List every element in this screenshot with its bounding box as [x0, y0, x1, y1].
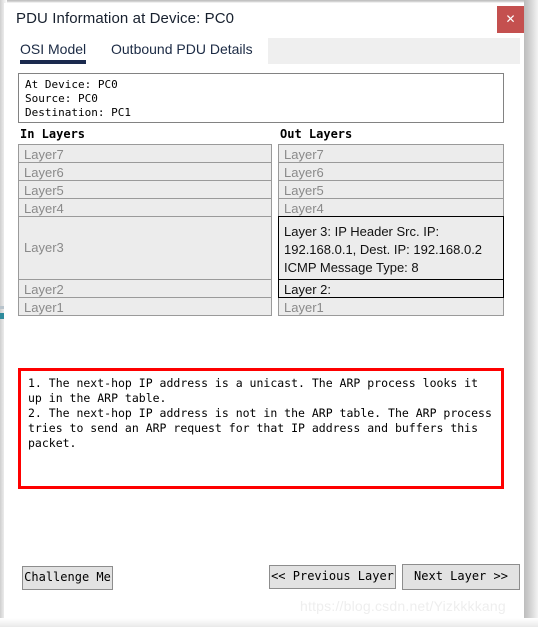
layer-row[interactable]: Layer6: [18, 162, 272, 181]
layer-row[interactable]: Layer 2:: [278, 279, 504, 298]
layer-row[interactable]: Layer 3: IP Header Src. IP: 192.168.0.1,…: [278, 216, 504, 280]
close-icon[interactable]: ✕: [497, 6, 524, 33]
challenge-me-button[interactable]: Challenge Me: [22, 566, 113, 590]
layer-row[interactable]: Layer2: [18, 279, 272, 298]
layer-row[interactable]: Layer3: [18, 216, 272, 280]
layer-row[interactable]: Layer7: [18, 144, 272, 163]
tab-osi-model[interactable]: OSI Model: [20, 38, 87, 64]
layer-row[interactable]: Layer7: [278, 144, 504, 163]
out-layers-pane: Out Layers Layer7 Layer6 Layer5 Layer4 Layer…: [278, 127, 504, 316]
dialog-titlebar: PDU Information at Device: PC0 ✕: [4, 3, 524, 37]
in-layers-title: In Layers: [20, 127, 86, 141]
watermark-text: https://blog.csdn.net/Yizkkkkang: [300, 598, 506, 614]
layer-row[interactable]: Layer4: [18, 198, 272, 217]
previous-layer-button[interactable]: << Previous Layer: [269, 565, 396, 589]
in-layers-pane: In Layers Layer7 Layer6 Layer5 Layer4 Layer3…: [18, 127, 272, 316]
source-line: Source: PC0: [25, 92, 98, 105]
in-layers-list: Layer7 Layer6 Layer5 Layer4 Layer3 Layer2 Laye…: [18, 144, 272, 316]
layer-row[interactable]: Layer6: [278, 162, 504, 181]
tab-bar: OSI Model Outbound PDU Details: [4, 37, 524, 65]
pdu-information-dialog: PDU Information at Device: PC0 ✕ OSI Mod…: [4, 3, 524, 618]
at-device-line: At Device: PC0: [25, 78, 118, 91]
next-layer-button[interactable]: Next Layer >>: [402, 564, 520, 590]
screenshot-root: PDU Information at Device: PC0 ✕ OSI Mod…: [0, 0, 538, 627]
layer-row[interactable]: Layer5: [18, 180, 272, 199]
dialog-content: At Device: PC0 Source: PC0 Destination: …: [4, 65, 524, 618]
destination-line: Destination: PC1: [25, 106, 131, 119]
out-layers-title: Out Layers: [280, 127, 353, 141]
tab-outbound-pdu-details[interactable]: Outbound PDU Details: [111, 38, 253, 64]
out-layers-list: Layer7 Layer6 Layer5 Layer4 Layer 3: IP Head…: [278, 144, 504, 316]
tab-bar-filler: [268, 38, 520, 64]
dialog-title: PDU Information at Device: PC0: [16, 10, 235, 27]
layer-row[interactable]: Layer4: [278, 198, 504, 217]
window-shadow-bottom: [0, 618, 538, 627]
layer-row[interactable]: Layer1: [18, 297, 272, 316]
layer-row[interactable]: Layer5: [278, 180, 504, 199]
device-info-box: At Device: PC0 Source: PC0 Destination: …: [18, 73, 504, 123]
window-shadow-right: [524, 0, 538, 627]
layer-row[interactable]: Layer1: [278, 297, 504, 316]
pdu-description-box: 1. The next-hop IP address is a unicast.…: [18, 368, 504, 489]
